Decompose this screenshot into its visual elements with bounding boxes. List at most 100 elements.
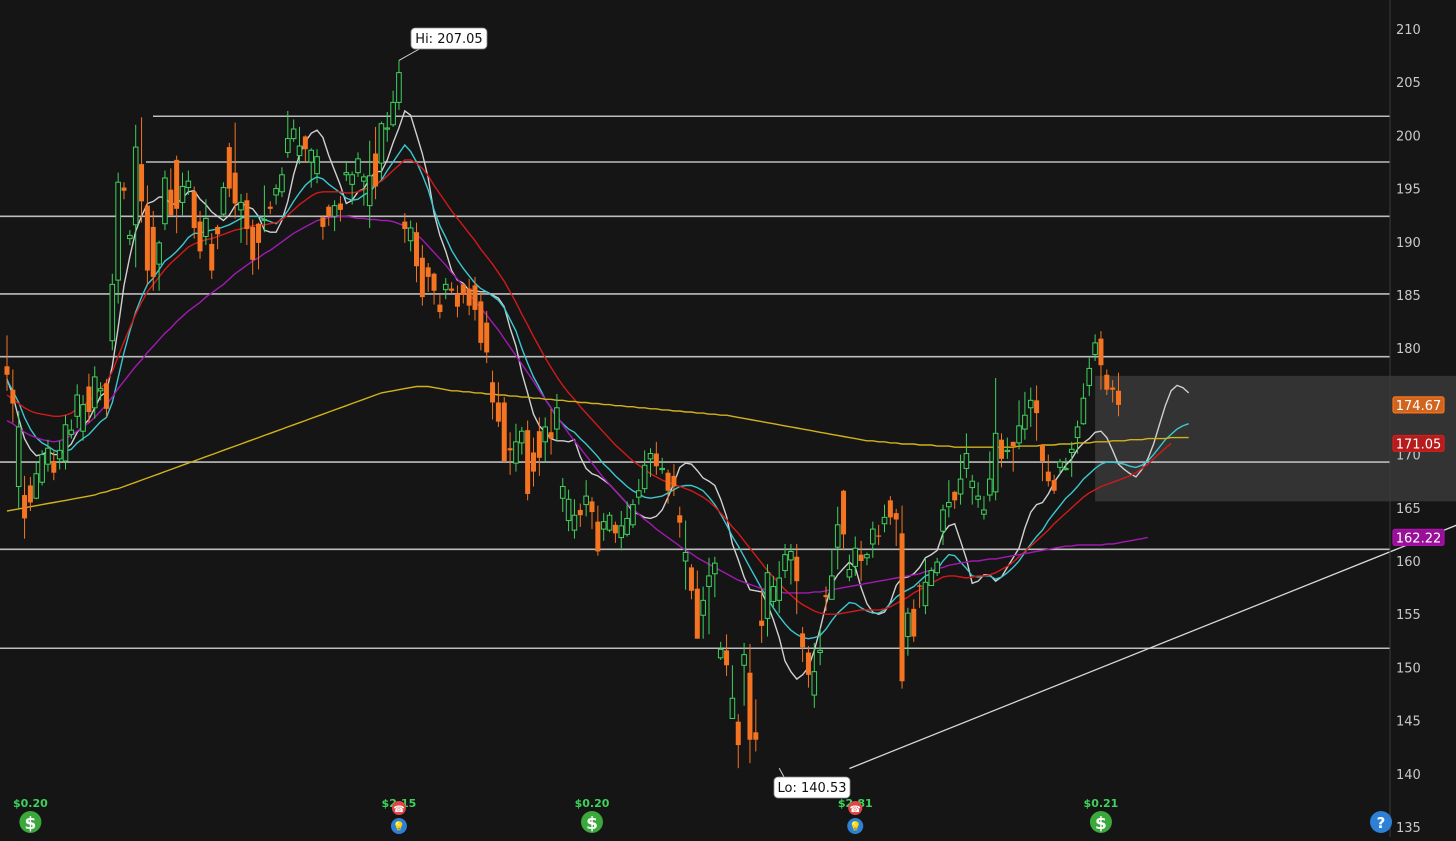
candle-body xyxy=(314,156,320,175)
candle-body xyxy=(454,293,460,307)
candle-body xyxy=(1092,342,1098,356)
candle-body xyxy=(999,439,1004,459)
candle-body xyxy=(68,429,75,435)
help-icon[interactable]: ? xyxy=(1370,811,1392,833)
candle[interactable] xyxy=(39,450,45,486)
candle-body xyxy=(484,322,490,353)
candle-body xyxy=(115,181,121,281)
candle-body xyxy=(419,257,425,298)
candle-body xyxy=(653,453,659,467)
candle-body xyxy=(261,218,268,222)
candle-body xyxy=(425,267,431,277)
candle-body xyxy=(1086,367,1093,386)
candle-body xyxy=(15,426,22,488)
candle-body xyxy=(589,501,595,513)
candle-body xyxy=(273,188,279,196)
candle-body xyxy=(934,561,940,574)
candle-body xyxy=(4,366,10,375)
candle-body xyxy=(1034,400,1040,414)
candle-body xyxy=(279,174,285,193)
event-amount-label: $0.21 xyxy=(1084,797,1119,810)
candle-body xyxy=(531,452,536,472)
y-tick-label: 195 xyxy=(1396,183,1421,198)
lightbulb-icon-glyph: 💡 xyxy=(393,820,405,833)
candle-body xyxy=(507,448,513,451)
candle[interactable] xyxy=(928,567,935,586)
candle-body xyxy=(449,288,455,291)
candle-body xyxy=(1039,445,1045,461)
candle-body xyxy=(185,180,192,189)
stock-chart[interactable]: 2102052001951901851801751701651601551501… xyxy=(0,0,1456,837)
candle[interactable] xyxy=(501,397,507,464)
event-amount-label: $0.20 xyxy=(575,797,610,810)
candle-body xyxy=(27,485,33,503)
y-tick-label: 160 xyxy=(1396,555,1421,570)
candle-body xyxy=(805,652,811,675)
candle-body xyxy=(495,402,501,422)
price-tag-label: 162.22 xyxy=(1396,531,1442,546)
candle-body xyxy=(1016,425,1022,444)
candle-body xyxy=(659,467,666,471)
candle-body xyxy=(612,524,618,534)
candle-body xyxy=(226,147,232,189)
candle-body xyxy=(770,586,777,602)
candle-body xyxy=(355,158,361,174)
candle-body xyxy=(548,432,554,439)
candle-body xyxy=(1110,387,1116,390)
candle[interactable] xyxy=(162,170,168,231)
candle-body xyxy=(197,221,203,252)
candle-body xyxy=(811,671,818,696)
candle-body xyxy=(864,554,870,559)
candle-body xyxy=(1098,338,1104,366)
candle-body xyxy=(712,562,718,575)
candle-body xyxy=(846,569,853,578)
candle-body xyxy=(320,217,326,227)
candle-body xyxy=(800,633,806,648)
candle-body xyxy=(215,226,221,235)
dollar-icon-glyph: $ xyxy=(24,814,36,834)
candle-body xyxy=(343,172,350,176)
help-icon-glyph: ? xyxy=(1377,814,1386,832)
candle-body xyxy=(1116,390,1121,405)
candle-body xyxy=(22,495,28,519)
candle-body xyxy=(10,389,16,404)
y-tick-label: 155 xyxy=(1396,608,1421,623)
candle-body xyxy=(144,205,150,271)
candle-body xyxy=(1027,399,1034,409)
candle-body xyxy=(162,177,168,225)
candle-body xyxy=(1080,397,1087,425)
candle-body xyxy=(437,304,443,313)
candle-body xyxy=(308,149,314,163)
dollar-icon-glyph: $ xyxy=(586,814,598,834)
candle[interactable] xyxy=(606,512,613,533)
candle[interactable] xyxy=(220,182,227,218)
candle-body xyxy=(349,174,355,185)
candle-body xyxy=(150,226,156,277)
candle-body xyxy=(940,509,946,532)
candle-body xyxy=(706,575,712,588)
candle-body xyxy=(911,608,917,637)
candle[interactable] xyxy=(478,292,484,351)
candle-body xyxy=(337,203,343,210)
candle-body xyxy=(1010,441,1016,447)
candle[interactable] xyxy=(525,420,531,501)
candle-body xyxy=(396,72,402,103)
candle-body xyxy=(624,517,630,535)
candle-body xyxy=(858,554,864,561)
candle-body xyxy=(565,498,572,522)
candle-body xyxy=(366,175,373,207)
candle-body xyxy=(776,577,783,601)
candle-body xyxy=(1051,480,1057,491)
candle-body xyxy=(525,430,531,494)
y-tick-label: 135 xyxy=(1396,821,1421,836)
candle[interactable] xyxy=(109,273,116,351)
candle-body xyxy=(881,516,888,525)
y-tick-label: 180 xyxy=(1396,342,1421,357)
candle-body xyxy=(33,473,40,499)
candle-body xyxy=(887,500,893,518)
candle-body xyxy=(600,521,607,530)
chart-canvas: 2102052001951901851801751701651601551501… xyxy=(0,0,1456,837)
y-tick-label: 210 xyxy=(1396,23,1421,38)
candle-body xyxy=(741,654,747,666)
candle-body xyxy=(782,554,788,572)
